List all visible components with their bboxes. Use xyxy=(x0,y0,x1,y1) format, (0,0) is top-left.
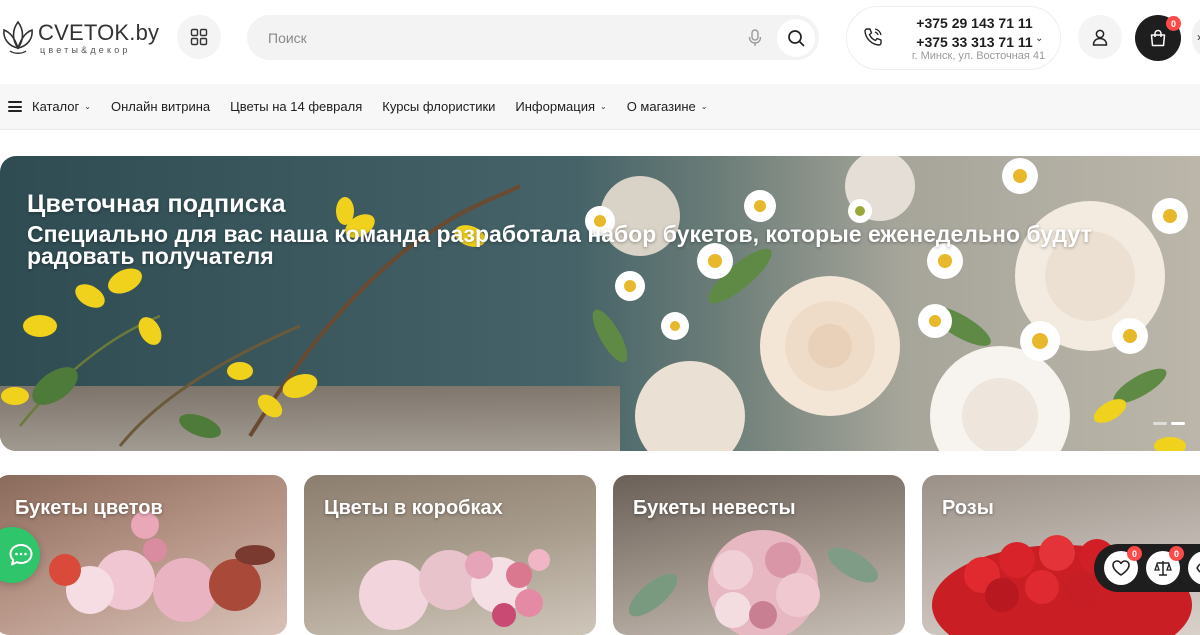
shopping-bag-icon xyxy=(1150,29,1166,47)
hero-subtitle-line-2: радовать получателя xyxy=(27,243,274,269)
eye-icon xyxy=(1196,563,1200,573)
nav-item-online-showcase[interactable]: Онлайн витрина xyxy=(111,99,210,114)
nav-item-label: Информация xyxy=(515,99,595,114)
lotus-logo-icon xyxy=(3,20,33,54)
logo-name: CVETOK.by xyxy=(38,19,160,45)
edge-button[interactable]: › xyxy=(1192,15,1200,59)
category-card-bouquets[interactable]: Букеты цветов xyxy=(0,475,287,635)
phone-icon xyxy=(864,28,882,46)
compare-count-badge: 0 xyxy=(1169,546,1184,561)
nav-item-label: Каталог xyxy=(32,99,80,114)
logo-tagline: цветы&декор xyxy=(40,44,131,55)
grid-icon xyxy=(190,28,208,46)
nav-item-information[interactable]: Информация ⌄ xyxy=(515,99,606,114)
nav-item-label: О магазине xyxy=(626,99,696,114)
chevron-down-icon: ⌄ xyxy=(84,102,91,111)
category-title: Розы xyxy=(942,497,994,519)
chat-icon xyxy=(9,544,33,566)
nav-item-label: Курсы флористики xyxy=(382,99,496,114)
site-header: CVETOK.by цветы&декор Поиск +375 29 143 … xyxy=(0,0,1200,84)
floating-action-bar: 0 0 xyxy=(1094,544,1200,592)
search-input[interactable] xyxy=(247,15,743,60)
nav-item-valentines[interactable]: Цветы на 14 февраля xyxy=(230,99,362,114)
phone-number-1[interactable]: +375 29 143 71 11 xyxy=(907,14,1042,33)
nav-item-catalog[interactable]: Каталог ⌄ xyxy=(8,99,91,114)
chevron-down-icon[interactable]: ⌄ xyxy=(1035,33,1043,44)
viewed-button[interactable] xyxy=(1188,551,1200,585)
search-button[interactable] xyxy=(777,18,815,57)
category-title: Букеты невесты xyxy=(633,497,796,519)
contacts-block[interactable]: +375 29 143 71 11 +375 33 313 71 11 ⌄ г.… xyxy=(846,6,1061,70)
nav-item-label: Цветы на 14 февраля xyxy=(230,99,363,114)
slider-dot-active[interactable] xyxy=(1171,422,1185,425)
user-icon xyxy=(1092,29,1108,46)
catalog-grid-button[interactable] xyxy=(177,15,221,59)
category-card-boxes[interactable]: Цветы в коробках xyxy=(304,475,596,635)
nav-item-label: Онлайн витрина xyxy=(110,99,211,114)
logo[interactable]: CVETOK.by цветы&декор xyxy=(0,18,159,58)
search-bar xyxy=(247,15,819,60)
category-card-bridal[interactable]: Букеты невесты xyxy=(613,475,905,635)
favorites-button[interactable]: 0 xyxy=(1104,546,1142,585)
menu-icon xyxy=(8,101,22,112)
chevron-down-icon: ⌄ xyxy=(700,102,708,111)
nav-item-about[interactable]: О магазине ⌄ xyxy=(627,99,708,114)
category-title: Букеты цветов xyxy=(15,497,163,519)
main-navigation: Каталог ⌄ Онлайн витрина Цветы на 14 фев… xyxy=(0,84,1200,130)
account-button[interactable] xyxy=(1078,15,1122,59)
hero-banner[interactable]: Цветочная подписка Специально для вас на… xyxy=(0,156,1200,451)
nav-item-floristry-courses[interactable]: Курсы флористики xyxy=(382,99,495,114)
slider-dot[interactable] xyxy=(1153,422,1167,425)
hero-title: Цветочная подписка xyxy=(27,190,286,218)
scales-icon xyxy=(1154,561,1172,576)
heart-icon xyxy=(1112,560,1130,576)
microphone-icon xyxy=(748,28,762,46)
store-address: г. Минск, ул. Восточная 41 xyxy=(911,50,1046,62)
hero-subtitle: Специально для вас наша команда разработ… xyxy=(27,221,1200,269)
voice-search-button[interactable] xyxy=(743,26,767,50)
chevron-down-icon: ⌄ xyxy=(600,102,607,111)
compare-button[interactable]: 0 xyxy=(1146,546,1184,585)
favorites-count-badge: 0 xyxy=(1127,546,1142,561)
hero-subtitle-line-1: Специально для вас наша команда разработ… xyxy=(27,221,1092,247)
cart-count-badge: 0 xyxy=(1166,16,1181,31)
slider-pagination xyxy=(1153,422,1185,425)
search-icon xyxy=(788,29,805,46)
category-title: Цветы в коробках xyxy=(324,497,503,519)
